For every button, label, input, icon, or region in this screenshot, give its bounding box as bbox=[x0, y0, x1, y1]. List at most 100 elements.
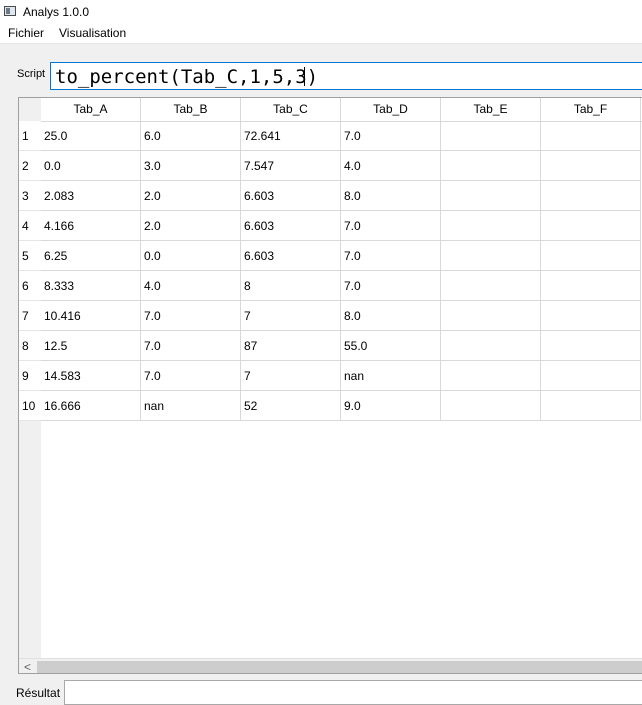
table-cell[interactable] bbox=[441, 151, 541, 181]
table-cell[interactable]: 14.583 bbox=[41, 361, 141, 391]
scroll-left-icon[interactable]: < bbox=[19, 659, 36, 673]
table-cell[interactable] bbox=[541, 361, 641, 391]
row-header[interactable]: 8 bbox=[19, 331, 41, 361]
table-cell[interactable]: nan bbox=[341, 361, 441, 391]
table-cell[interactable]: 6.25 bbox=[41, 241, 141, 271]
row-header[interactable]: 4 bbox=[19, 211, 41, 241]
column-header[interactable]: Tab_D bbox=[341, 98, 441, 121]
table-cell[interactable]: 72.641 bbox=[241, 121, 341, 151]
table-row: 6 8.333 4.0 8 7.0 bbox=[19, 271, 642, 301]
script-label: Script bbox=[17, 68, 46, 80]
table-cell[interactable]: 52 bbox=[241, 391, 341, 421]
table-row: 2 0.0 3.0 7.547 4.0 bbox=[19, 151, 642, 181]
row-header[interactable]: 10 bbox=[19, 391, 41, 421]
table-cell[interactable]: 8.333 bbox=[41, 271, 141, 301]
table-cell[interactable] bbox=[441, 301, 541, 331]
table-cell[interactable]: 7 bbox=[241, 361, 341, 391]
table-cell[interactable]: 2.0 bbox=[141, 211, 241, 241]
table-cell[interactable] bbox=[541, 211, 641, 241]
text-caret bbox=[304, 67, 305, 86]
table-cell[interactable]: 6.603 bbox=[241, 211, 341, 241]
table-row: 4 4.166 2.0 6.603 7.0 bbox=[19, 211, 642, 241]
table-cell[interactable]: 8.0 bbox=[341, 181, 441, 211]
horizontal-scrollbar[interactable]: < bbox=[19, 658, 642, 673]
column-header[interactable]: Tab_C bbox=[241, 98, 341, 121]
table-cell[interactable] bbox=[441, 241, 541, 271]
app-icon bbox=[4, 6, 16, 16]
row-header[interactable]: 1 bbox=[19, 121, 41, 151]
table-cell[interactable]: 6.603 bbox=[241, 181, 341, 211]
column-header-row: Tab_A Tab_B Tab_C Tab_D Tab_E Tab_F bbox=[41, 98, 642, 122]
table-cell[interactable]: 87 bbox=[241, 331, 341, 361]
scrollbar-thumb[interactable] bbox=[37, 661, 642, 673]
table-cell[interactable] bbox=[541, 121, 641, 151]
menu-visualisation[interactable]: Visualisation bbox=[58, 26, 127, 40]
column-header[interactable]: Tab_A bbox=[41, 98, 141, 121]
table-cell[interactable]: 0.0 bbox=[141, 241, 241, 271]
table-cell[interactable]: 7.0 bbox=[341, 121, 441, 151]
column-header[interactable]: Tab_E bbox=[441, 98, 541, 121]
table-cell[interactable] bbox=[541, 241, 641, 271]
table-cell[interactable]: nan bbox=[141, 391, 241, 421]
table-cell[interactable]: 10.416 bbox=[41, 301, 141, 331]
table-cell[interactable] bbox=[441, 181, 541, 211]
table-cell[interactable] bbox=[541, 301, 641, 331]
table-cell[interactable] bbox=[541, 181, 641, 211]
table-cell[interactable] bbox=[441, 121, 541, 151]
table-cell[interactable] bbox=[441, 271, 541, 301]
table-cell[interactable]: 12.5 bbox=[41, 331, 141, 361]
table-cell[interactable]: 2.0 bbox=[141, 181, 241, 211]
table-cell[interactable]: 55.0 bbox=[341, 331, 441, 361]
table-cell[interactable]: 4.0 bbox=[141, 271, 241, 301]
table-cell[interactable]: 7.0 bbox=[141, 361, 241, 391]
table-cell[interactable] bbox=[541, 151, 641, 181]
table-cell[interactable]: 9.0 bbox=[341, 391, 441, 421]
column-header[interactable]: Tab_F bbox=[541, 98, 641, 121]
row-header[interactable]: 2 bbox=[19, 151, 41, 181]
table-cell[interactable]: 7.0 bbox=[141, 331, 241, 361]
table-cell[interactable]: 16.666 bbox=[41, 391, 141, 421]
table-cell[interactable]: 7.0 bbox=[341, 241, 441, 271]
table-cell[interactable]: 7.547 bbox=[241, 151, 341, 181]
table-row: 8 12.5 7.0 87 55.0 bbox=[19, 331, 642, 361]
table-cell[interactable] bbox=[541, 331, 641, 361]
table-cell[interactable]: 2.083 bbox=[41, 181, 141, 211]
table-row: 3 2.083 2.0 6.603 8.0 bbox=[19, 181, 642, 211]
table-cell[interactable]: 4.166 bbox=[41, 211, 141, 241]
table-cell[interactable] bbox=[541, 271, 641, 301]
row-header[interactable]: 6 bbox=[19, 271, 41, 301]
table-cell[interactable]: 3.0 bbox=[141, 151, 241, 181]
table-row: 10 16.666 nan 52 9.0 bbox=[19, 391, 642, 421]
row-header[interactable]: 5 bbox=[19, 241, 41, 271]
menu-fichier[interactable]: Fichier bbox=[7, 26, 45, 40]
table-cell[interactable] bbox=[441, 391, 541, 421]
table-cell[interactable] bbox=[441, 331, 541, 361]
table-cell[interactable]: 7.0 bbox=[341, 271, 441, 301]
table-cell[interactable]: 6.0 bbox=[141, 121, 241, 151]
result-output[interactable] bbox=[64, 680, 642, 705]
table-row: 5 6.25 0.0 6.603 7.0 bbox=[19, 241, 642, 271]
table-cell[interactable]: 4.0 bbox=[341, 151, 441, 181]
data-table[interactable]: Tab_A Tab_B Tab_C Tab_D Tab_E Tab_F 1 25.0 6.0 7… bbox=[18, 97, 642, 674]
table-cell[interactable]: 6.603 bbox=[241, 241, 341, 271]
table-cell[interactable]: 0.0 bbox=[41, 151, 141, 181]
row-header[interactable]: 3 bbox=[19, 181, 41, 211]
table-cell[interactable]: 7.0 bbox=[141, 301, 241, 331]
table-cell[interactable]: 8.0 bbox=[341, 301, 441, 331]
table-cell[interactable] bbox=[541, 391, 641, 421]
table-row: 9 14.583 7.0 7 nan bbox=[19, 361, 642, 391]
table-row: 1 25.0 6.0 72.641 7.0 bbox=[19, 121, 642, 151]
result-label: Résultat bbox=[16, 686, 61, 700]
table-cell[interactable] bbox=[441, 361, 541, 391]
table-cell[interactable]: 8 bbox=[241, 271, 341, 301]
script-input[interactable] bbox=[50, 62, 642, 90]
column-header[interactable]: Tab_B bbox=[141, 98, 241, 121]
row-header[interactable]: 9 bbox=[19, 361, 41, 391]
table-cell[interactable] bbox=[441, 211, 541, 241]
table-cell[interactable]: 7 bbox=[241, 301, 341, 331]
table-cell[interactable]: 25.0 bbox=[41, 121, 141, 151]
title-bar: Analys 1.0.0 bbox=[0, 0, 642, 24]
window-title: Analys 1.0.0 bbox=[23, 5, 90, 19]
row-header[interactable]: 7 bbox=[19, 301, 41, 331]
table-cell[interactable]: 7.0 bbox=[341, 211, 441, 241]
